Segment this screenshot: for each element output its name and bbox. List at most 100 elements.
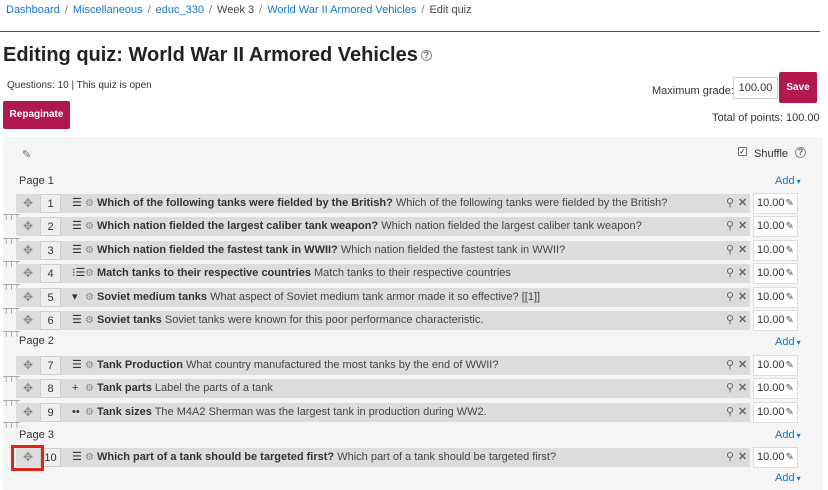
repaginate-button[interactable]: Repaginate — [3, 101, 70, 129]
delete-icon[interactable]: ✕ — [738, 379, 747, 398]
preview-icon[interactable]: ⚲ — [726, 379, 734, 398]
question-text[interactable]: Soviet tanks Soviet tanks were known for… — [97, 311, 483, 330]
shuffle-checkbox[interactable]: ✓ — [738, 147, 747, 156]
page-label-2: Page 2 — [19, 335, 54, 347]
max-mark-field[interactable]: 10.00✎ — [753, 287, 798, 308]
edit-mark-icon[interactable]: ✎ — [786, 360, 794, 371]
edit-mark-icon[interactable]: ✎ — [786, 407, 794, 418]
move-icon[interactable]: ✥ — [23, 379, 33, 398]
page-break-handle-icon[interactable]: ┬┬┬ — [3, 210, 20, 223]
page-break-handle-icon[interactable]: ┬┬┬ — [3, 234, 20, 247]
max-mark-field[interactable]: 10.00✎ — [753, 240, 798, 261]
question-text[interactable]: Which of the following tanks were fielde… — [97, 194, 667, 213]
question-text[interactable]: Tank parts Label the parts of a tank — [97, 379, 273, 398]
caret-down-icon: ▾ — [796, 474, 801, 483]
delete-icon[interactable]: ✕ — [738, 448, 747, 467]
edit-mark-icon[interactable]: ✎ — [786, 198, 794, 209]
page-break-handle-icon[interactable]: ┬┬┬ — [3, 396, 20, 409]
max-grade-input[interactable]: 100.00 — [733, 77, 778, 99]
move-icon[interactable]: ✥ — [23, 217, 33, 236]
shuffle-help-icon[interactable]: ? — [795, 147, 806, 158]
add-menu-link[interactable]: Add ▾ — [775, 175, 801, 187]
add-menu-link[interactable]: Add ▾ — [775, 336, 801, 348]
delete-icon[interactable]: ✕ — [738, 311, 747, 330]
page-break-handle-icon[interactable]: ┬┬┬ — [3, 327, 20, 340]
breadcrumb-quiz[interactable]: World War II Armored Vehicles — [267, 4, 416, 16]
edit-mark-icon[interactable]: ✎ — [786, 452, 794, 463]
breadcrumb-miscellaneous[interactable]: Miscellaneous — [73, 4, 143, 16]
question-text[interactable]: Which nation fielded the fastest tank in… — [97, 241, 565, 260]
preview-icon[interactable]: ⚲ — [726, 448, 734, 467]
move-icon[interactable]: ✥ — [23, 264, 33, 283]
max-mark-field[interactable]: 10.00✎ — [753, 378, 798, 399]
page-break-handle-icon[interactable]: ┬┬┬ — [3, 418, 20, 431]
question-text[interactable]: Soviet medium tanks What aspect of Sovie… — [97, 288, 540, 307]
max-mark-value: 10.00 — [757, 314, 785, 326]
edit-mark-icon[interactable]: ✎ — [786, 383, 794, 394]
add-link-label: Add — [775, 336, 795, 348]
question-text[interactable]: Which part of a tank should be targeted … — [97, 448, 556, 467]
add-menu-link[interactable]: Add ▾ — [775, 429, 801, 441]
page-break-handle-icon[interactable]: ┬┬┬ — [3, 372, 20, 385]
add-menu-link[interactable]: Add ▾ — [775, 472, 801, 484]
preview-icon[interactable]: ⚲ — [726, 264, 734, 283]
preview-icon[interactable]: ⚲ — [726, 241, 734, 260]
breadcrumb-week: Week 3 — [217, 4, 255, 16]
delete-icon[interactable]: ✕ — [738, 356, 747, 375]
delete-icon[interactable]: ✕ — [738, 217, 747, 236]
breadcrumb-separator: / — [421, 4, 425, 16]
question-body: Which part of a tank should be targeted … — [337, 451, 557, 463]
max-mark-field[interactable]: 10.00✎ — [753, 216, 798, 237]
page-break-handle-icon[interactable]: ┬┬┬ — [3, 257, 20, 270]
move-icon[interactable]: ✥ — [23, 194, 33, 213]
edit-page-headings-icon[interactable]: ✎ — [22, 148, 31, 161]
question-body: What aspect of Soviet medium tank armor … — [210, 291, 541, 303]
question-name: Soviet tanks — [97, 314, 162, 326]
max-mark-field[interactable]: 10.00✎ — [753, 263, 798, 284]
max-mark-field[interactable]: 10.00✎ — [753, 355, 798, 376]
max-mark-field[interactable]: 10.00✎ — [753, 447, 798, 468]
delete-icon[interactable]: ✕ — [738, 403, 747, 422]
edit-mark-icon[interactable]: ✎ — [786, 245, 794, 256]
max-mark-field[interactable]: 10.00✎ — [753, 193, 798, 214]
question-body: Match tanks to their respective countrie… — [314, 267, 511, 279]
preview-icon[interactable]: ⚲ — [726, 194, 734, 213]
edit-mark-icon[interactable]: ✎ — [786, 292, 794, 303]
delete-icon[interactable]: ✕ — [738, 264, 747, 283]
preview-icon[interactable]: ⚲ — [726, 288, 734, 307]
gear-icon: ⚙ — [85, 268, 94, 279]
question-text[interactable]: Which nation fielded the largest caliber… — [97, 217, 642, 236]
question-number: 3 — [40, 241, 61, 260]
preview-icon[interactable]: ⚲ — [726, 356, 734, 375]
save-button[interactable]: Save — [779, 72, 817, 103]
breadcrumb-dashboard[interactable]: Dashboard — [6, 4, 60, 16]
edit-mark-icon[interactable]: ✎ — [786, 315, 794, 326]
edit-mark-icon[interactable]: ✎ — [786, 221, 794, 232]
breadcrumb-course[interactable]: educ_330 — [156, 4, 204, 16]
page-break-handle-icon[interactable]: ┬┬┬ — [3, 280, 20, 293]
delete-icon[interactable]: ✕ — [738, 288, 747, 307]
true-false-icon: •• — [72, 406, 80, 418]
preview-icon[interactable]: ⚲ — [726, 403, 734, 422]
question-text[interactable]: Tank sizes The M4A2 Sherman was the larg… — [97, 403, 487, 422]
question-name: Tank Production — [97, 359, 183, 371]
edit-mark-icon[interactable]: ✎ — [786, 268, 794, 279]
question-text[interactable]: Match tanks to their respective countrie… — [97, 264, 511, 283]
delete-icon[interactable]: ✕ — [738, 194, 747, 213]
delete-icon[interactable]: ✕ — [738, 241, 747, 260]
move-icon[interactable]: ✥ — [23, 241, 33, 260]
preview-icon[interactable]: ⚲ — [726, 311, 734, 330]
move-icon[interactable]: ✥ — [23, 356, 33, 375]
question-row: ✥ 3 ☰ ⚙ Which nation fielded the fastest tan… — [16, 241, 750, 260]
question-body: Which nation fielded the fastest tank in… — [340, 244, 566, 256]
page-break-handle-icon[interactable]: ┬┬┬ — [3, 304, 20, 317]
max-mark-field[interactable]: 10.00✎ — [753, 310, 798, 331]
help-icon[interactable]: ? — [420, 50, 432, 62]
move-icon[interactable]: ✥ — [23, 311, 33, 330]
multichoice-icon: ☰ — [72, 197, 82, 209]
question-text[interactable]: Tank Production What country manufacture… — [97, 356, 498, 375]
move-icon[interactable]: ✥ — [23, 288, 33, 307]
preview-icon[interactable]: ⚲ — [726, 217, 734, 236]
move-icon[interactable]: ✥ — [23, 403, 33, 422]
max-mark-field[interactable]: 10.00✎ — [753, 402, 798, 423]
